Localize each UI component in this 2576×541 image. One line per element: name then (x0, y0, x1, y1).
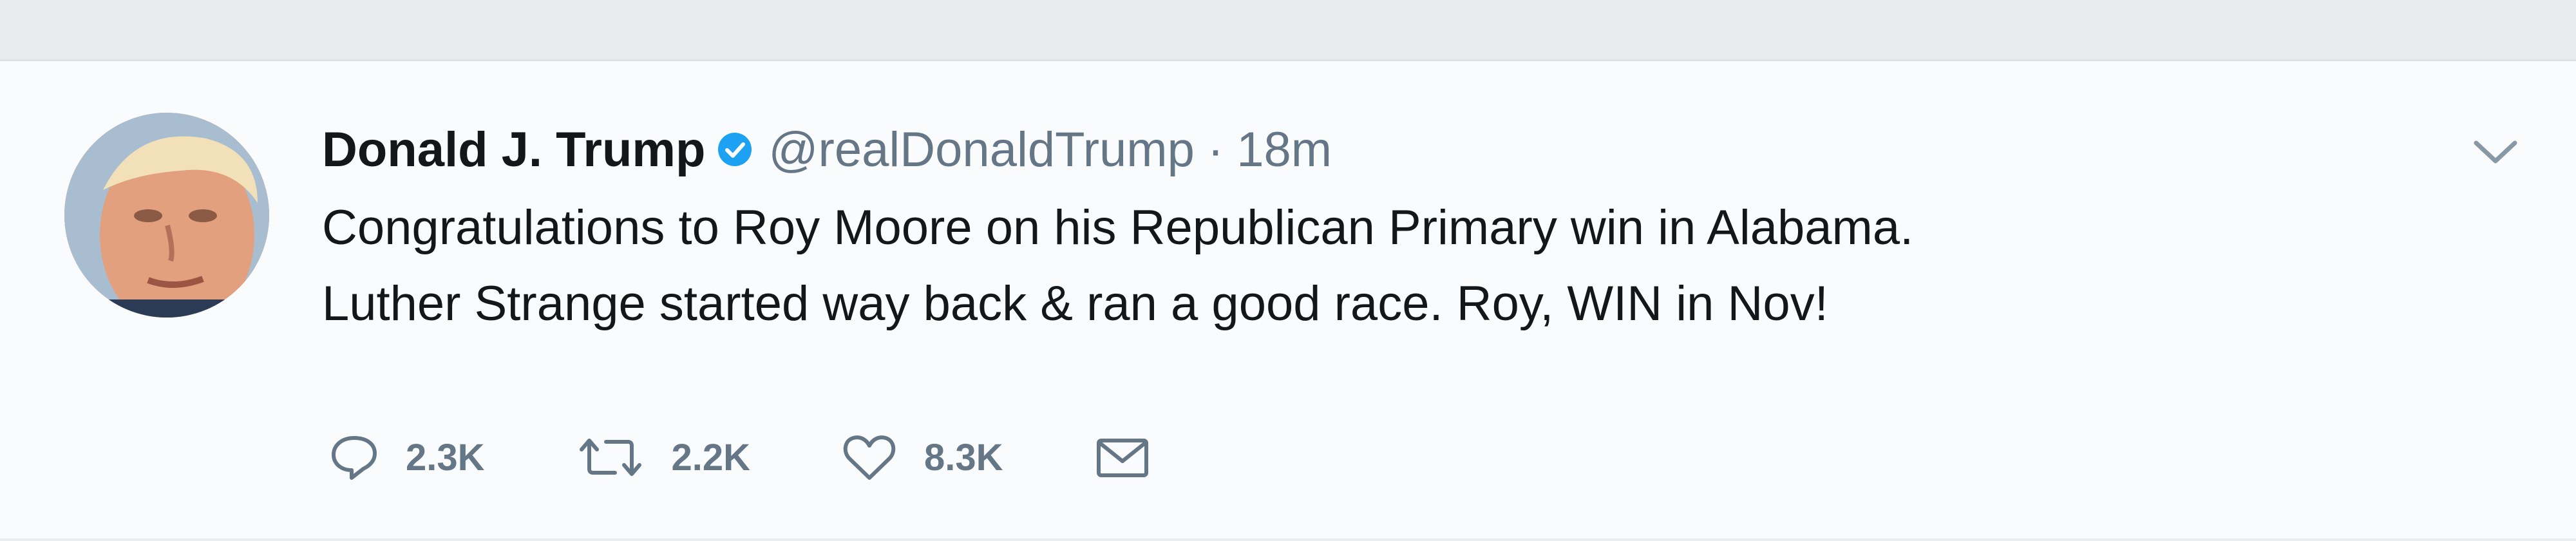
retweet-count: 2.2K (671, 436, 751, 479)
direct-message-button[interactable] (1094, 432, 1151, 483)
like-count: 8.3K (924, 436, 1003, 479)
tweet-card[interactable]: Donald J. Trump @realDonaldTrump · 18m C… (0, 61, 2576, 541)
tweet-actions: 2.3K 2.2K 8.3K (328, 422, 1242, 493)
reply-count: 2.3K (406, 436, 485, 479)
tweet-divider (0, 538, 2576, 541)
tweet-timestamp[interactable]: 18m (1236, 122, 1332, 178)
heart-icon (840, 432, 898, 483)
reply-button[interactable]: 2.3K (328, 432, 485, 483)
tweet-header: Donald J. Trump @realDonaldTrump · 18m (322, 114, 1332, 185)
retweet-icon (575, 432, 646, 483)
chevron-down-icon[interactable] (2467, 129, 2524, 174)
avatar-image (64, 113, 269, 318)
retweet-button[interactable]: 2.2K (575, 432, 751, 483)
verified-badge-icon (717, 131, 753, 167)
tweet-text: Congratulations to Roy Moore on his Repu… (322, 190, 2447, 342)
timeline-separator (0, 0, 2576, 61)
avatar[interactable] (64, 113, 269, 318)
like-button[interactable]: 8.3K (840, 432, 1003, 483)
tweet-text-line: Congratulations to Roy Moore on his Repu… (322, 200, 1914, 255)
tweet-page: Donald J. Trump @realDonaldTrump · 18m C… (0, 0, 2576, 541)
user-handle[interactable]: @realDonaldTrump (768, 122, 1194, 178)
display-name[interactable]: Donald J. Trump (322, 122, 705, 178)
separator-dot: · (1207, 122, 1224, 177)
reply-icon (328, 432, 380, 483)
envelope-icon (1094, 432, 1151, 483)
tweet-text-line: Luther Strange started way back & ran a … (322, 276, 1828, 331)
